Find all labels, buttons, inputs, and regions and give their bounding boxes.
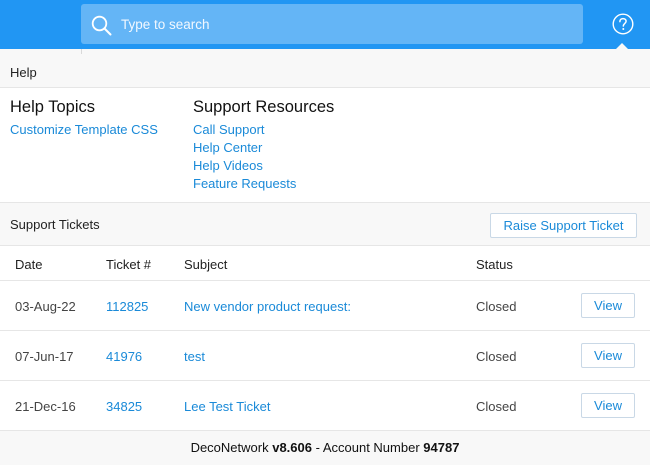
footer: DecoNetwork v8.606 - Account Number 9478… xyxy=(0,431,650,465)
search-bar[interactable]: Type to search xyxy=(81,4,583,44)
help-header-label: Help xyxy=(10,65,37,80)
link-call-support[interactable]: Call Support xyxy=(193,122,265,137)
help-icon[interactable] xyxy=(612,13,634,35)
column-header-date: Date xyxy=(15,257,43,272)
help-header: Help xyxy=(0,49,650,88)
raise-support-ticket-button[interactable]: Raise Support Ticket xyxy=(490,213,637,238)
ticket-status: Closed xyxy=(476,349,517,364)
column-header-subject: Subject xyxy=(184,257,228,272)
link-help-center[interactable]: Help Center xyxy=(193,140,262,155)
support-tickets-header: Support Tickets Raise Support Ticket xyxy=(0,202,650,246)
divider xyxy=(81,49,82,54)
footer-separator: - xyxy=(311,440,323,455)
footer-account-number: 94787 xyxy=(423,440,460,455)
ticket-number-link[interactable]: 112825 xyxy=(106,299,148,314)
ticket-number-link[interactable]: 41976 xyxy=(106,349,142,364)
dropdown-caret xyxy=(614,43,630,51)
help-panel: Help Help Topics Customize Template CSS … xyxy=(0,49,650,465)
view-ticket-button[interactable]: View xyxy=(581,343,635,368)
link-help-videos[interactable]: Help Videos xyxy=(193,158,263,173)
ticket-subject-link[interactable]: Lee Test Ticket xyxy=(184,399,270,414)
support-tickets-title: Support Tickets xyxy=(10,217,100,232)
view-ticket-button[interactable]: View xyxy=(581,393,635,418)
ticket-subject-link[interactable]: test xyxy=(184,349,205,364)
link-customize-template-css[interactable]: Customize Template CSS xyxy=(10,122,158,137)
ticket-number-link[interactable]: 34825 xyxy=(106,399,142,414)
footer-brand: DecoNetwork xyxy=(190,440,269,455)
table-row: 03-Aug-22 112825 New vendor product requ… xyxy=(0,281,650,331)
ticket-date: 07-Jun-17 xyxy=(15,349,74,364)
footer-account-label: Account Number xyxy=(322,440,420,455)
view-ticket-button[interactable]: View xyxy=(581,293,635,318)
ticket-status: Closed xyxy=(476,399,517,414)
search-icon xyxy=(91,15,112,36)
column-header-status: Status xyxy=(476,257,513,272)
search-input[interactable]: Type to search xyxy=(121,17,210,32)
footer-version: v8.606 xyxy=(272,440,312,455)
table-row: 07-Jun-17 41976 test Closed View xyxy=(0,331,650,381)
top-bar: Type to search xyxy=(0,0,650,49)
table-row: 21-Dec-16 34825 Lee Test Ticket Closed V… xyxy=(0,381,650,431)
ticket-status: Closed xyxy=(476,299,517,314)
ticket-date: 21-Dec-16 xyxy=(15,399,76,414)
link-feature-requests[interactable]: Feature Requests xyxy=(193,176,296,191)
support-resources-title: Support Resources xyxy=(193,98,335,116)
help-topics-title: Help Topics xyxy=(10,98,95,116)
column-header-ticket: Ticket # xyxy=(106,257,152,272)
ticket-subject-link[interactable]: New vendor product request: xyxy=(184,299,351,314)
ticket-date: 03-Aug-22 xyxy=(15,299,76,314)
